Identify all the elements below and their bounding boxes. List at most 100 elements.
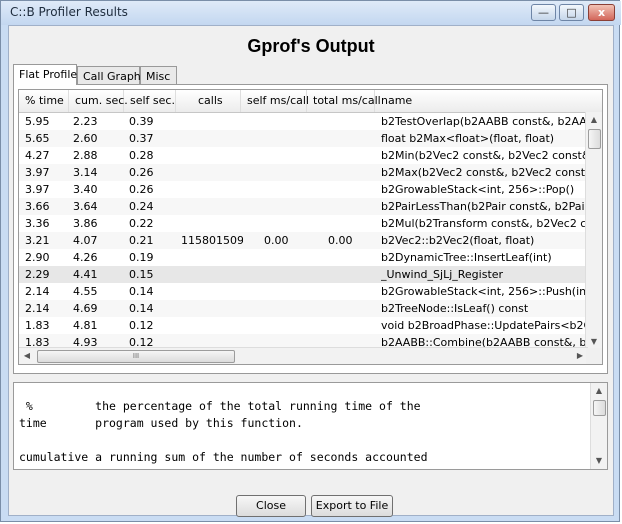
table-header: % time cum. sec. self sec. calls self ms… (19, 90, 602, 113)
table-row[interactable]: 3.36 3.86 0.22 b2Mul(b2Transform const&, b2… (19, 215, 589, 232)
self-sec-cell: 0.19 (129, 251, 154, 264)
name-cell: b2TestOverlap(b2AABB const&, b2AABB cons… (381, 115, 589, 128)
self-ms-call-cell (264, 198, 304, 215)
column-header-self-sec[interactable]: self sec. (124, 90, 176, 112)
percent-time-cell: 2.90 (25, 251, 50, 264)
total-ms-call-cell (328, 147, 373, 164)
self-ms-call-cell (264, 317, 304, 334)
percent-time-cell: 3.97 (25, 183, 50, 196)
tab-misc[interactable]: Misc (140, 66, 177, 84)
page-title: Gprof's Output (247, 36, 375, 56)
table-row[interactable]: 2.14 4.69 0.14 b2TreeNode::IsLeaf() const (19, 300, 589, 317)
name-cell: b2Vec2::b2Vec2(float, float) (381, 234, 535, 247)
total-ms-call-cell (328, 317, 373, 334)
column-header-self-ms-call[interactable]: self ms/call (241, 90, 309, 112)
title-bar[interactable]: C::B Profiler Results — □ x (1, 1, 621, 25)
calls-cell: 115801509 (181, 234, 243, 247)
scroll-up-icon[interactable]: ▲ (586, 112, 602, 128)
cum-sec-cell: 3.40 (73, 183, 98, 196)
self-ms-call-cell (264, 266, 304, 283)
cum-sec-cell: 4.41 (73, 268, 98, 281)
self-ms-call-cell (264, 164, 304, 181)
legend-text-area[interactable]: % the percentage of the total running ti… (13, 382, 608, 470)
percent-time-cell: 5.65 (25, 132, 50, 145)
calls-cell (181, 266, 243, 283)
export-to-file-button[interactable]: Export to File (311, 495, 393, 517)
self-ms-call-cell (264, 283, 304, 300)
total-ms-call-cell (328, 164, 373, 181)
calls-cell (181, 300, 243, 317)
percent-time-cell: 2.14 (25, 285, 50, 298)
dialog-body: Gprof's Output Flat Profile Call Graph M… (8, 25, 614, 517)
percent-time-cell: 3.21 (25, 234, 50, 247)
column-header-calls[interactable]: calls (176, 90, 241, 112)
scroll-left-icon[interactable]: ◀ (19, 348, 35, 364)
column-header-name[interactable]: name (375, 90, 602, 112)
calls-cell (181, 147, 243, 164)
percent-time-cell: 1.83 (25, 319, 50, 332)
table-vertical-scrollbar[interactable]: ▲ ▼ (585, 112, 602, 350)
percent-time-cell: 4.27 (25, 149, 50, 162)
window-title: C::B Profiler Results (10, 5, 128, 19)
name-cell: b2Min(b2Vec2 const&, b2Vec2 const&) (381, 149, 589, 162)
table-row[interactable]: 3.97 3.40 0.26 b2GrowableStack<int, 256>::P… (19, 181, 589, 198)
horizontal-scroll-thumb[interactable]: III (37, 350, 235, 363)
calls-cell (181, 113, 243, 130)
table-horizontal-scrollbar[interactable]: ◀ III ▶ (19, 347, 588, 364)
close-button[interactable]: Close (236, 495, 306, 517)
minimize-icon: — (538, 6, 549, 19)
self-sec-cell: 0.12 (129, 319, 154, 332)
tab-call-graph[interactable]: Call Graph (77, 66, 141, 84)
calls-cell (181, 198, 243, 215)
self-sec-cell: 0.24 (129, 200, 154, 213)
column-header-percent-time[interactable]: % time (19, 90, 69, 112)
total-ms-call-cell: 0.00 (328, 234, 353, 247)
name-cell: b2GrowableStack<int, 256>::Push(int cons… (381, 285, 589, 298)
table-row[interactable]: 5.65 2.60 0.37 float b2Max<float>(float, fl… (19, 130, 589, 147)
self-sec-cell: 0.15 (129, 268, 154, 281)
self-sec-cell: 0.14 (129, 285, 154, 298)
profile-table[interactable]: % time cum. sec. self sec. calls self ms… (18, 89, 603, 365)
calls-cell (181, 317, 243, 334)
self-sec-cell: 0.22 (129, 217, 154, 230)
close-window-button[interactable]: x (588, 4, 615, 21)
name-cell: _Unwind_SjLj_Register (381, 268, 504, 281)
legend-scroll-down-icon[interactable]: ▼ (591, 453, 607, 469)
table-row[interactable]: 1.83 4.81 0.12 void b2BroadPhase::UpdatePai… (19, 317, 589, 334)
table-row[interactable]: 4.27 2.88 0.28 b2Min(b2Vec2 const&, b2Vec2 … (19, 147, 589, 164)
flat-profile-panel: % time cum. sec. self sec. calls self ms… (13, 84, 608, 374)
name-cell: b2Mul(b2Transform const&, b2Vec2 const&) (381, 217, 589, 230)
table-row[interactable]: 2.29 4.41 0.15 _Unwind_SjLj_Register (19, 266, 589, 283)
column-header-cum-sec[interactable]: cum. sec. (69, 90, 128, 112)
calls-cell (181, 181, 243, 198)
table-row[interactable]: 2.90 4.26 0.19 b2DynamicTree::InsertLeaf(in… (19, 249, 589, 266)
legend-scroll-thumb[interactable] (593, 400, 606, 416)
close-icon: x (597, 6, 606, 19)
table-row[interactable]: 3.21 4.07 0.21 115801509 0.00 0.00 b2Vec2::b2V… (19, 232, 589, 249)
table-row[interactable]: 5.95 2.23 0.39 b2TestOverlap(b2AABB const&,… (19, 113, 589, 130)
legend-vertical-scrollbar[interactable]: ▲ ▼ (590, 383, 607, 469)
legend-scroll-up-icon[interactable]: ▲ (591, 383, 607, 399)
cum-sec-cell: 3.86 (73, 217, 98, 230)
total-ms-call-cell (328, 113, 373, 130)
maximize-button[interactable]: □ (559, 4, 584, 21)
percent-time-cell: 3.97 (25, 166, 50, 179)
total-ms-call-cell (328, 283, 373, 300)
total-ms-call-cell (328, 249, 373, 266)
self-sec-cell: 0.14 (129, 302, 154, 315)
table-row[interactable]: 2.14 4.55 0.14 b2GrowableStack<int, 256>::P… (19, 283, 589, 300)
column-header-total-ms-call[interactable]: total ms/call (307, 90, 381, 112)
self-ms-call-cell (264, 215, 304, 232)
self-ms-call-cell (264, 249, 304, 266)
name-cell: b2DynamicTree::InsertLeaf(int) (381, 251, 552, 264)
table-row[interactable]: 3.66 3.64 0.24 b2PairLessThan(b2Pair const&… (19, 198, 589, 215)
calls-cell (181, 130, 243, 147)
cum-sec-cell: 2.23 (73, 115, 98, 128)
legend-text: % the percentage of the total running ti… (19, 399, 428, 464)
calls-cell (181, 249, 243, 266)
vertical-scroll-thumb[interactable] (588, 129, 601, 149)
tab-flat-profile[interactable]: Flat Profile (13, 64, 77, 85)
percent-time-cell: 2.14 (25, 302, 50, 315)
table-row[interactable]: 3.97 3.14 0.26 b2Max(b2Vec2 const&, b2Vec2 … (19, 164, 589, 181)
minimize-button[interactable]: — (531, 4, 556, 21)
